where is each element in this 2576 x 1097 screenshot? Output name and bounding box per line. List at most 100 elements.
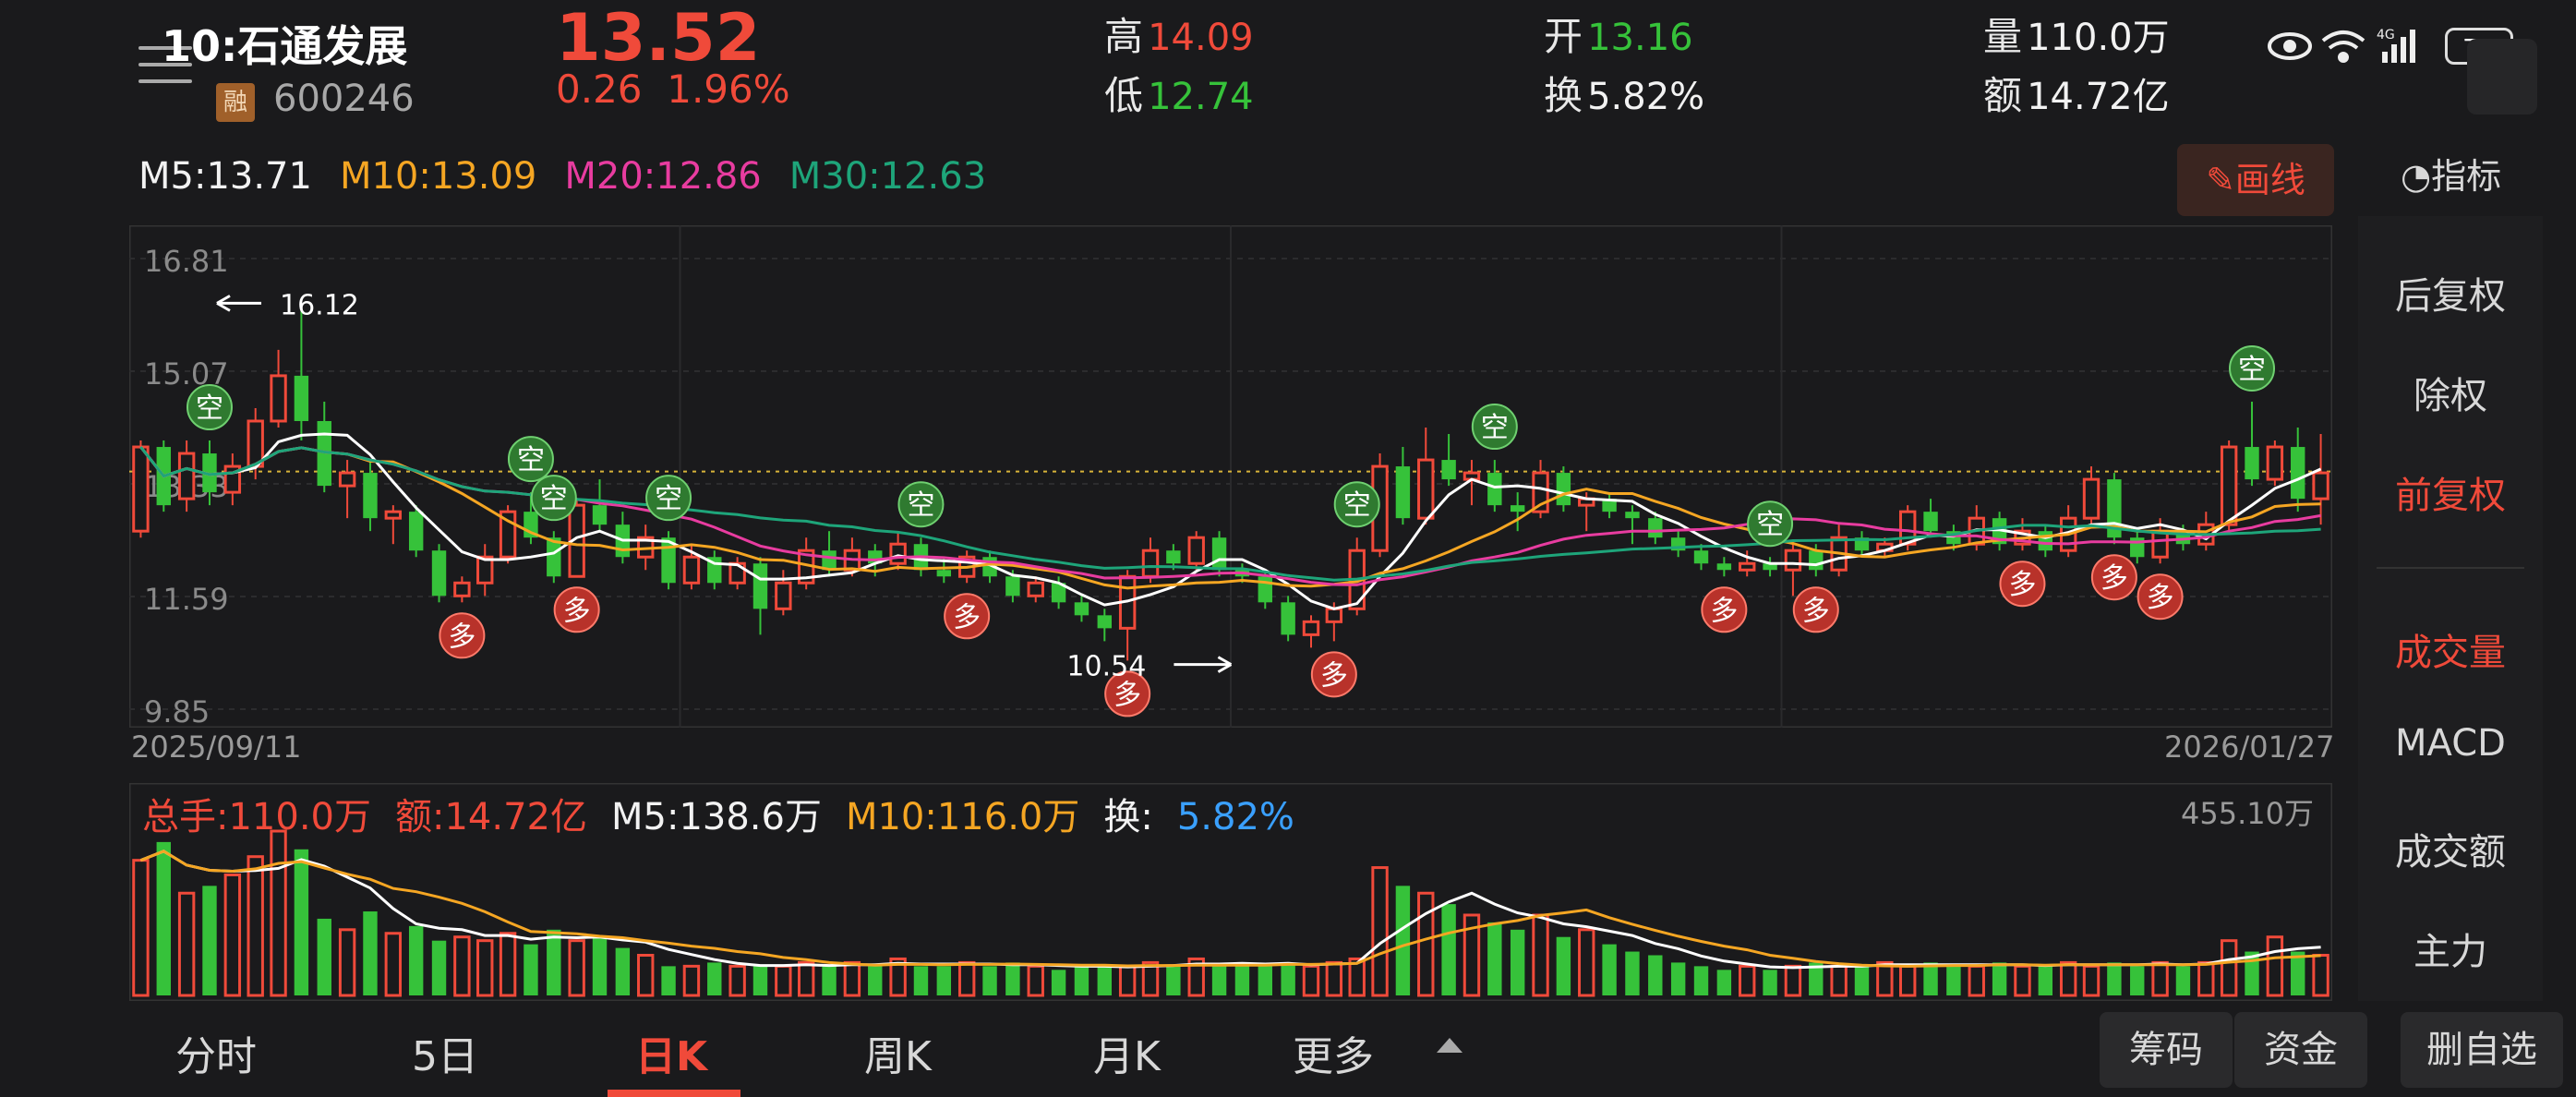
- svg-text:多: 多: [1710, 595, 1738, 627]
- volume-legend: 总手:110.0万 额:14.72亿 M5:138.6万 M10:116.0万 换: 5.…: [142, 787, 1342, 840]
- volume-bar: [2151, 960, 2169, 997]
- volume-bar: [1898, 964, 1917, 997]
- candle: [707, 550, 722, 590]
- svg-text:16.12: 16.12: [280, 289, 359, 321]
- bull-signal-tag: 多: [439, 612, 486, 659]
- volume-bar: [524, 944, 538, 995]
- eye-icon: [2268, 32, 2312, 60]
- candle: [1716, 557, 1732, 577]
- pencil-icon: ✎: [2206, 160, 2235, 200]
- volume-bar: [1166, 966, 1181, 995]
- candlestick-chart[interactable]: 16.8115.0713.3311.599.85空空空空空空空空空多多多多多多多…: [129, 225, 2332, 728]
- volume-bar: [2014, 964, 2031, 997]
- volume-bar: [270, 829, 287, 997]
- bull-signal-tag: 多: [1310, 651, 1357, 698]
- option-main-force[interactable]: 主力: [2358, 922, 2543, 975]
- option-volume[interactable]: 成交量: [2358, 622, 2543, 676]
- volume-bar: [707, 962, 722, 995]
- bear-signal-tag: 空: [530, 475, 577, 522]
- svg-text:空: 空: [517, 444, 545, 476]
- tab-daily-k[interactable]: 日K: [635, 1023, 707, 1082]
- candle: [775, 570, 792, 616]
- candle: [1097, 609, 1113, 642]
- candle: [1441, 434, 1456, 487]
- indicator-button[interactable]: ◔指标: [2401, 148, 2501, 199]
- volume-bar: [1211, 966, 1227, 995]
- volume-bar: [384, 932, 403, 997]
- volume-bar: [317, 918, 331, 995]
- tab-weekly-k[interactable]: 周K: [864, 1023, 932, 1082]
- volume-bar: [453, 935, 471, 997]
- caret-up-icon[interactable]: [1437, 1038, 1463, 1053]
- volume-bar: [1510, 929, 1525, 995]
- volume-bar: [499, 932, 517, 997]
- svg-text:多: 多: [1320, 659, 1348, 692]
- bear-signal-tag: 空: [2229, 344, 2276, 392]
- active-tab-indicator: [608, 1090, 740, 1097]
- svg-text:空: 空: [540, 483, 568, 515]
- svg-text:空: 空: [1756, 509, 1784, 541]
- volume-ma5-line: [139, 850, 2321, 970]
- volume-bar: [1946, 966, 1961, 995]
- ma5-value: M5:13.71: [138, 155, 312, 198]
- volume-bar: [637, 953, 655, 997]
- option-ex-rights[interactable]: 除权: [2358, 366, 2543, 419]
- funds-button[interactable]: 资金: [2234, 1012, 2367, 1088]
- volume-bar: [1281, 962, 1295, 995]
- volume-bar: [1118, 964, 1137, 997]
- volume-bar: [338, 928, 356, 997]
- status-bar-icons: 4G: [2268, 28, 2415, 63]
- volume-bar: [1258, 966, 1272, 995]
- candle: [1763, 557, 1777, 577]
- tab-intraday[interactable]: 分时: [175, 1023, 257, 1082]
- candle: [1302, 615, 1320, 648]
- tab-5day[interactable]: 5日: [412, 1023, 478, 1082]
- volume-bar: [2038, 966, 2053, 995]
- volume-stat: 量 110.0万: [1983, 14, 2170, 59]
- volume-bar: [1716, 970, 1732, 995]
- candle: [1784, 544, 1802, 597]
- candle: [2266, 440, 2284, 487]
- y-tick-label: 9.85: [144, 694, 210, 728]
- candle: [1830, 524, 1848, 577]
- candle: [752, 557, 768, 635]
- device-icon[interactable]: [2467, 39, 2537, 115]
- candle: [2130, 531, 2145, 564]
- candle: [1281, 596, 1295, 642]
- vol-ma5: M5:138.6万: [611, 796, 822, 838]
- svg-text:空: 空: [1343, 489, 1371, 522]
- low-marker: 10.54: [1066, 651, 1233, 683]
- candle: [317, 401, 331, 493]
- option-macd[interactable]: MACD: [2358, 722, 2543, 765]
- price-change: 0.26 1.96%: [556, 66, 790, 112]
- y-tick-label: 16.81: [144, 244, 229, 279]
- chips-button[interactable]: 筹码: [2100, 1012, 2233, 1088]
- volume-bar: [957, 960, 976, 997]
- svg-text:10.54: 10.54: [1066, 651, 1146, 683]
- total-hands: 总手:110.0万: [142, 796, 371, 838]
- option-turnover-amount[interactable]: 成交额: [2358, 822, 2543, 875]
- volume-bar: [2059, 960, 2077, 997]
- svg-text:空: 空: [1481, 412, 1509, 444]
- tab-more[interactable]: 更多: [1293, 1023, 1374, 1082]
- candle: [2107, 473, 2122, 545]
- volume-bar: [775, 964, 792, 997]
- volume-bar: [247, 855, 264, 997]
- candle: [1556, 466, 1571, 512]
- volume-bar: [1487, 922, 1502, 995]
- volume-bar: [363, 911, 378, 995]
- option-forward-adjust[interactable]: 前复权: [2358, 465, 2543, 519]
- tab-monthly-k[interactable]: 月K: [1093, 1023, 1161, 1082]
- draw-line-button[interactable]: ✎画线: [2177, 144, 2334, 216]
- option-back-adjust[interactable]: 后复权: [2358, 266, 2543, 319]
- candle: [889, 531, 907, 571]
- volume-bar: [936, 966, 952, 995]
- remove-watchlist-button[interactable]: 删自选: [2401, 1012, 2563, 1088]
- candle: [1187, 531, 1205, 571]
- current-price: 13.52: [556, 0, 761, 76]
- volume-bar: [1876, 960, 1894, 997]
- volume-bar: [156, 841, 171, 995]
- high-marker: 16.12: [216, 289, 359, 321]
- low-stat: 低 12.74: [1104, 73, 1254, 118]
- bear-signal-tag: 空: [1471, 404, 1518, 451]
